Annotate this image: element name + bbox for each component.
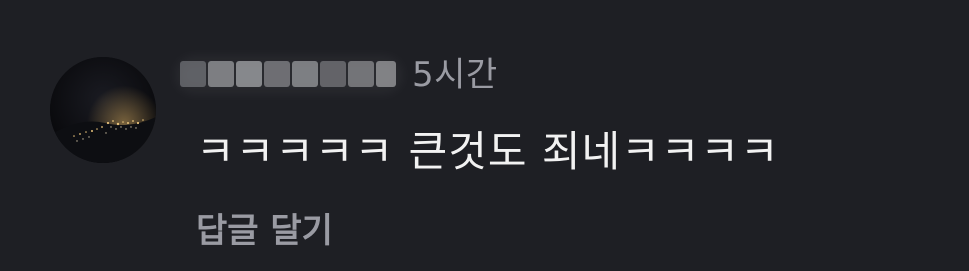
reply-button[interactable]: 답글 달기 [196,206,333,256]
timestamp: 5시간 [412,55,498,95]
comment-item: 5시간 ㅋㅋㅋㅋㅋ 큰것도 죄네ㅋㅋㅋㅋ 답글 달기 [0,0,969,271]
comment-text: ㅋㅋㅋㅋㅋ 큰것도 죄네ㅋㅋㅋㅋ [196,127,780,176]
avatar[interactable] [50,57,156,163]
comment-meta: 5시간 [176,52,498,98]
night-city-photo-avatar [50,57,156,163]
username-redacted[interactable] [176,55,402,95]
